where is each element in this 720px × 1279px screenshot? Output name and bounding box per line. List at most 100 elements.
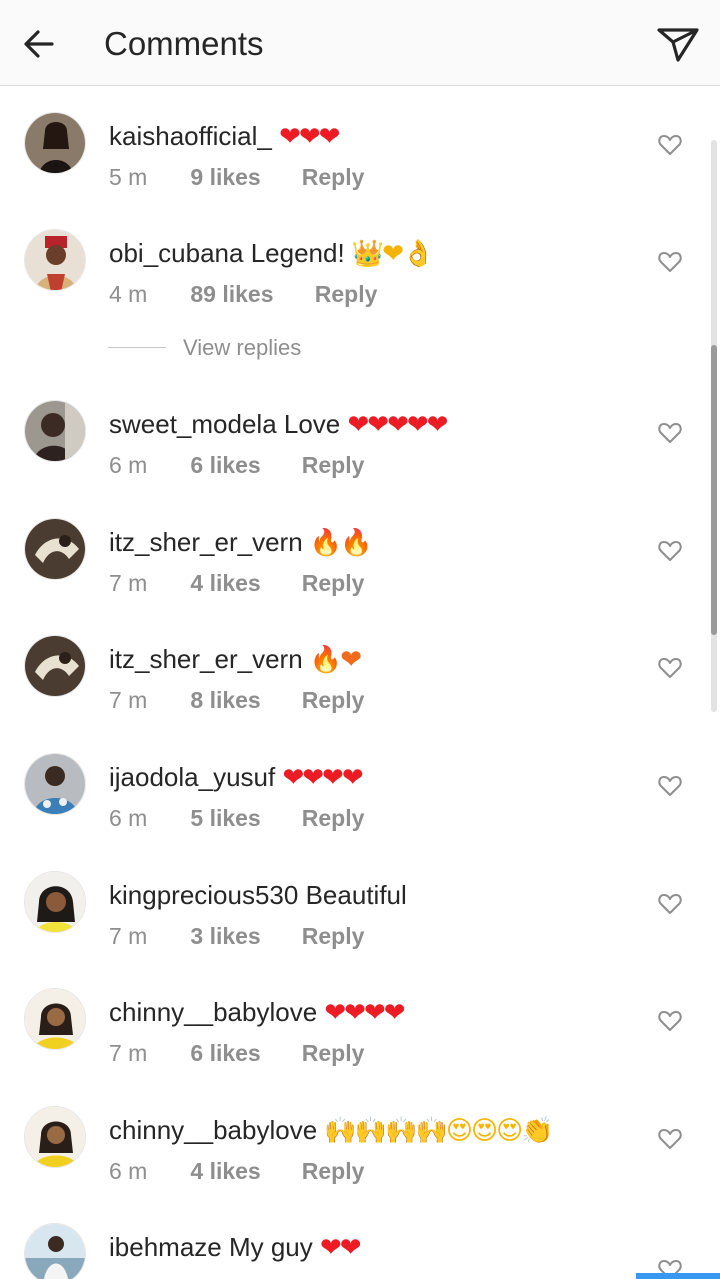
likes-count[interactable]: 4 likes (190, 1156, 295, 1186)
like-button[interactable] (657, 420, 683, 446)
comment-row: kaishaofficial_ ❤❤❤ 5 m 9 likes Reply (0, 112, 720, 212)
username-link[interactable]: chinny__babylove (109, 1115, 317, 1145)
likes-count[interactable]: 9 likes (190, 162, 295, 192)
timestamp: 6 m (109, 452, 148, 478)
back-button[interactable] (18, 22, 62, 66)
comment-row: obi_cubana Legend! 👑❤👌 4 m 89 likes Repl… (0, 229, 720, 329)
like-button[interactable] (657, 1008, 683, 1034)
username-link[interactable]: kingprecious530 (109, 880, 298, 910)
like-button[interactable] (657, 132, 683, 158)
reply-button[interactable]: Reply (302, 803, 365, 833)
comment-row: ibehmaze My guy ❤❤ (0, 1223, 720, 1279)
username-link[interactable]: ibehmaze (109, 1232, 222, 1262)
timestamp: 7 m (109, 923, 148, 949)
comment-body: Love (283, 409, 341, 439)
page-title: Comments (104, 25, 264, 62)
comment-emoji: 👑❤👌 (351, 239, 435, 269)
heart-outline-icon (658, 894, 682, 914)
comment-emoji: ❤❤❤❤ (324, 998, 405, 1028)
share-button[interactable] (654, 22, 702, 66)
username-link[interactable]: kaishaofficial_ (109, 121, 272, 151)
likes-count[interactable]: 8 likes (190, 685, 295, 715)
heart-outline-icon (658, 252, 682, 272)
timestamp: 7 m (109, 1040, 148, 1066)
avatar[interactable] (24, 1106, 86, 1168)
username-link[interactable]: ijaodola_yusuf (109, 762, 275, 792)
reply-button[interactable]: Reply (302, 1156, 365, 1186)
comment-text: chinny__babylove ❤❤❤❤ (109, 996, 406, 1029)
arrow-left-icon (24, 30, 54, 58)
comment-text: sweet_modela Love ❤❤❤❤❤ (109, 408, 449, 441)
comment-emoji: ❤❤❤❤❤ (347, 410, 449, 440)
bottom-accent-bar (636, 1273, 720, 1279)
avatar[interactable] (24, 112, 86, 174)
heart-outline-icon (658, 658, 682, 678)
comment-row: ijaodola_yusuf ❤❤❤❤ 6 m 5 likes Reply (0, 753, 720, 853)
comment-list: kaishaofficial_ ❤❤❤ 5 m 9 likes Reply ob… (0, 86, 720, 1279)
like-button[interactable] (657, 773, 683, 799)
comment-row: itz_sher_er_vern 🔥❤ 7 m 8 likes Reply (0, 635, 720, 735)
avatar[interactable] (24, 518, 86, 580)
comment-text: kingprecious530 Beautiful (109, 879, 407, 912)
username-link[interactable]: itz_sher_er_vern (109, 644, 303, 674)
username-link[interactable]: itz_sher_er_vern (109, 527, 303, 557)
likes-count[interactable]: 4 likes (190, 568, 295, 598)
comment-row: chinny__babylove ❤❤❤❤ 7 m 6 likes Reply (0, 988, 720, 1088)
reply-button[interactable]: Reply (302, 450, 365, 480)
comment-text: ijaodola_yusuf ❤❤❤❤ (109, 761, 364, 794)
comment-emoji: ❤❤❤❤ (282, 763, 363, 793)
avatar[interactable] (24, 753, 86, 815)
username-link[interactable]: obi_cubana (109, 238, 243, 268)
avatar[interactable] (24, 635, 86, 697)
comment-meta: 7 m 6 likes Reply (109, 1038, 364, 1068)
comment-text: ibehmaze My guy ❤❤ (109, 1231, 362, 1264)
heart-outline-icon (658, 1129, 682, 1149)
timestamp: 5 m (109, 164, 148, 190)
view-replies-divider (108, 347, 166, 348)
avatar[interactable] (24, 229, 86, 291)
avatar[interactable] (24, 871, 86, 933)
reply-button[interactable]: Reply (302, 1038, 365, 1068)
avatar[interactable] (24, 988, 86, 1050)
reply-button[interactable]: Reply (302, 685, 365, 715)
comment-meta: 4 m 89 likes Reply (109, 279, 377, 309)
heart-outline-icon (658, 423, 682, 443)
comment-meta: 6 m 4 likes Reply (109, 1156, 364, 1186)
username-link[interactable]: sweet_modela (109, 409, 277, 439)
comment-body: Beautiful (305, 880, 407, 910)
comment-emoji: 🔥❤ (309, 645, 362, 675)
comment-meta: 6 m 5 likes Reply (109, 803, 364, 833)
paper-plane-icon (657, 28, 699, 62)
heart-outline-icon (658, 135, 682, 155)
comment-meta: 6 m 6 likes Reply (109, 450, 364, 480)
comment-emoji: 🙌🙌🙌🙌😍😍😍👏 (324, 1116, 553, 1146)
username-link[interactable]: chinny__babylove (109, 997, 317, 1027)
timestamp: 4 m (109, 281, 148, 307)
like-button[interactable] (657, 891, 683, 917)
timestamp: 6 m (109, 805, 148, 831)
comment-meta: 7 m 4 likes Reply (109, 568, 364, 598)
likes-count[interactable]: 5 likes (190, 803, 295, 833)
comment-emoji: ❤❤❤ (279, 122, 340, 152)
like-button[interactable] (657, 538, 683, 564)
reply-button[interactable]: Reply (302, 568, 365, 598)
likes-count[interactable]: 6 likes (190, 1038, 295, 1068)
comment-body: My guy (228, 1232, 313, 1262)
comment-row: sweet_modela Love ❤❤❤❤❤ 6 m 6 likes Repl… (0, 400, 720, 500)
like-button[interactable] (657, 249, 683, 275)
likes-count[interactable]: 3 likes (190, 921, 295, 951)
like-button[interactable] (657, 655, 683, 681)
reply-button[interactable]: Reply (315, 279, 378, 309)
comment-text: kaishaofficial_ ❤❤❤ (109, 120, 340, 153)
comment-text: itz_sher_er_vern 🔥🔥 (109, 526, 373, 559)
heart-outline-icon (658, 1011, 682, 1031)
likes-count[interactable]: 89 likes (190, 279, 308, 309)
like-button[interactable] (657, 1126, 683, 1152)
likes-count[interactable]: 6 likes (190, 450, 295, 480)
comment-row: kingprecious530 Beautiful 7 m 3 likes Re… (0, 871, 720, 971)
avatar[interactable] (24, 1223, 86, 1279)
avatar[interactable] (24, 400, 86, 462)
comment-body: Legend! (250, 238, 345, 268)
reply-button[interactable]: Reply (302, 921, 365, 951)
reply-button[interactable]: Reply (302, 162, 365, 192)
